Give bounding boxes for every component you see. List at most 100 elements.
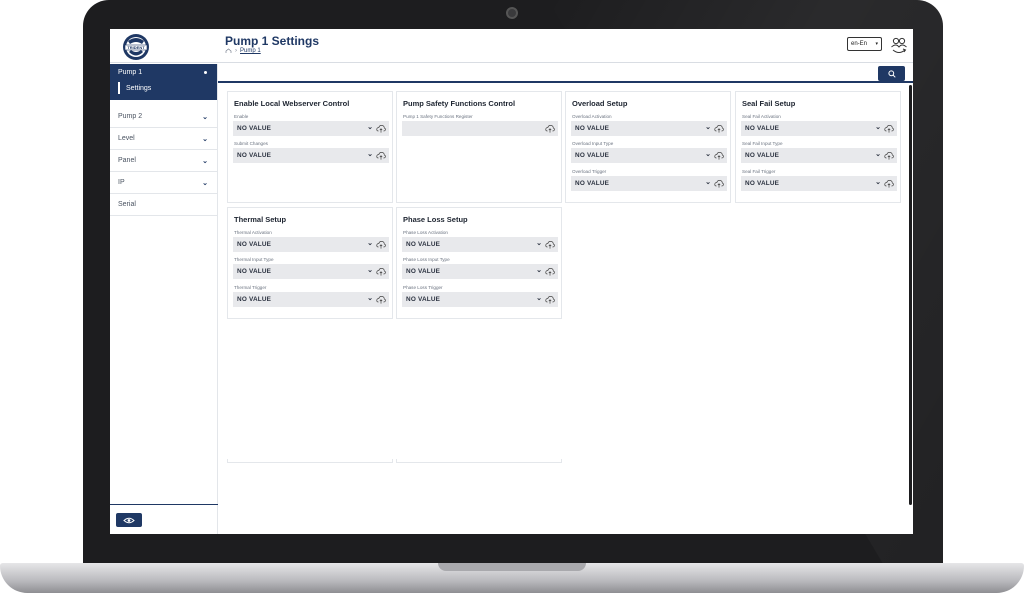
chevron-down-icon: ⌄ (367, 124, 373, 131)
sidebar-item-pump1[interactable]: Pump 1 Settings (110, 64, 217, 100)
search-icon (887, 69, 896, 78)
chevron-down-icon: ⌄ (536, 295, 542, 302)
search-button[interactable] (878, 66, 905, 81)
cloud-sync-icon[interactable] (376, 240, 386, 249)
sidebar-item-pump2[interactable]: Pump 2 ⌄ (110, 106, 217, 128)
cloud-sync-icon[interactable] (545, 124, 555, 133)
card-title: Seal Fail Setup (742, 99, 796, 108)
field-value: NO VALUE (575, 125, 610, 132)
cloud-sync-icon[interactable] (376, 124, 386, 133)
overload-input-type-select[interactable]: NO VALUE ⌄ (571, 148, 727, 163)
active-dot-icon (204, 71, 207, 74)
sidebar: Pump 1 Settings Pump 2 ⌄ Level ⌄ Panel ⌄… (110, 64, 218, 534)
card-phase-loss-setup: Phase Loss Setup Phase Loss Activation N… (396, 207, 562, 319)
seal-fail-activation-select[interactable]: NO VALUE ⌄ (741, 121, 897, 136)
field-value: NO VALUE (406, 241, 441, 248)
field-label: Overload Input Type (572, 141, 614, 146)
chevron-down-icon: ⌄ (202, 157, 208, 165)
field-label: Seal Fail Trigger (742, 169, 776, 174)
cloud-sync-icon[interactable] (714, 151, 724, 160)
home-icon[interactable] (225, 48, 232, 54)
cloud-sync-icon[interactable] (376, 151, 386, 160)
cloud-sync-icon[interactable] (376, 267, 386, 276)
sidebar-item-label: Serial (118, 201, 136, 208)
overload-trigger-select[interactable]: NO VALUE ⌄ (571, 176, 727, 191)
field-label: Overload Activation (572, 114, 612, 119)
field-value: NO VALUE (745, 125, 780, 132)
cloud-sync-icon[interactable] (714, 179, 724, 188)
cloud-sync-icon[interactable] (884, 179, 894, 188)
chevron-down-icon: ⌄ (202, 113, 208, 121)
chevron-down-icon: ⌄ (202, 135, 208, 143)
sidebar-subitem-settings[interactable]: Settings (118, 82, 209, 94)
field-label: Phase Loss Input Type (403, 257, 450, 262)
cloud-sync-icon[interactable] (714, 124, 724, 133)
sidebar-item-ip[interactable]: IP ⌄ (110, 172, 217, 194)
field-label: Thermal Trigger (234, 285, 267, 290)
trident-logo: TRIDENT (123, 34, 149, 60)
cloud-sync-icon[interactable] (545, 267, 555, 276)
chevron-down-icon: ⌄ (705, 124, 711, 131)
field-label: Thermal Input Type (234, 257, 274, 262)
logo-text: TRIDENT (127, 45, 145, 50)
safety-register-field[interactable] (402, 121, 558, 136)
card-webserver-control: Enable Local Webserver Control Enable NO… (227, 91, 393, 203)
card-overload-setup: Overload Setup Overload Activation NO VA… (565, 91, 731, 203)
card-bottom-edge (227, 459, 393, 463)
cloud-sync-icon[interactable] (545, 295, 555, 304)
app-header: TRIDENT Pump 1 Settings › Pump 1 en-En ▾ (110, 29, 913, 63)
user-switch-icon[interactable] (890, 35, 908, 55)
webcam (506, 7, 518, 19)
seal-fail-trigger-select[interactable]: NO VALUE ⌄ (741, 176, 897, 191)
overload-activation-select[interactable]: NO VALUE ⌄ (571, 121, 727, 136)
cloud-sync-icon[interactable] (884, 151, 894, 160)
sidebar-divider (110, 504, 218, 505)
enable-select[interactable]: NO VALUE ⌄ (233, 121, 389, 136)
field-value: NO VALUE (575, 180, 610, 187)
thermal-trigger-select[interactable]: NO VALUE ⌄ (233, 292, 389, 307)
chevron-down-icon: ⌄ (202, 179, 208, 187)
cloud-sync-icon[interactable] (376, 295, 386, 304)
phase-loss-activation-select[interactable]: NO VALUE ⌄ (402, 237, 558, 252)
card-safety-functions: Pump Safety Functions Control Pump 1 Saf… (396, 91, 562, 203)
chevron-down-icon: ▾ (875, 41, 878, 47)
phase-loss-input-type-select[interactable]: NO VALUE ⌄ (402, 264, 558, 279)
breadcrumb-pump1[interactable]: Pump 1 (240, 48, 261, 54)
field-label: Thermal Activation (234, 230, 272, 235)
sidebar-item-label: IP (118, 179, 125, 186)
field-value: NO VALUE (745, 180, 780, 187)
chevron-down-icon: ⌄ (875, 179, 881, 186)
field-label: Seal Fail Input Type (742, 141, 783, 146)
field-label: Submit Changes (234, 141, 268, 146)
sidebar-item-level[interactable]: Level ⌄ (110, 128, 217, 150)
field-value: NO VALUE (237, 125, 272, 132)
chevron-down-icon: ⌄ (367, 240, 373, 247)
sidebar-item-panel[interactable]: Panel ⌄ (110, 150, 217, 172)
card-thermal-setup: Thermal Setup Thermal Activation NO VALU… (227, 207, 393, 319)
laptop-notch (438, 563, 586, 571)
visibility-toggle-button[interactable] (116, 513, 142, 527)
chevron-down-icon: ⌄ (536, 267, 542, 274)
phase-loss-trigger-select[interactable]: NO VALUE ⌄ (402, 292, 558, 307)
sidebar-item-serial[interactable]: Serial (110, 194, 217, 216)
card-title: Pump Safety Functions Control (403, 99, 516, 108)
page-title: Pump 1 Settings (225, 34, 320, 48)
breadcrumb-separator: › (235, 48, 237, 54)
app-screen: TRIDENT Pump 1 Settings › Pump 1 en-En ▾… (110, 29, 913, 534)
submit-changes-select[interactable]: NO VALUE ⌄ (233, 148, 389, 163)
scrollbar-thumb[interactable] (909, 85, 912, 505)
language-select[interactable]: en-En ▾ (847, 37, 882, 51)
card-title: Thermal Setup (234, 215, 287, 224)
cloud-sync-icon[interactable] (545, 240, 555, 249)
thermal-input-type-select[interactable]: NO VALUE ⌄ (233, 264, 389, 279)
seal-fail-input-type-select[interactable]: NO VALUE ⌄ (741, 148, 897, 163)
thermal-activation-select[interactable]: NO VALUE ⌄ (233, 237, 389, 252)
field-label: Seal Fail Activation (742, 114, 781, 119)
chevron-down-icon: ⌄ (875, 151, 881, 158)
field-label: Enable (234, 114, 249, 119)
field-label: Pump 1 Safety Functions Register (403, 114, 473, 119)
field-label: Overload Trigger (572, 169, 607, 174)
chevron-down-icon: ⌄ (875, 124, 881, 131)
cloud-sync-icon[interactable] (884, 124, 894, 133)
field-label: Phase Loss Activation (403, 230, 448, 235)
